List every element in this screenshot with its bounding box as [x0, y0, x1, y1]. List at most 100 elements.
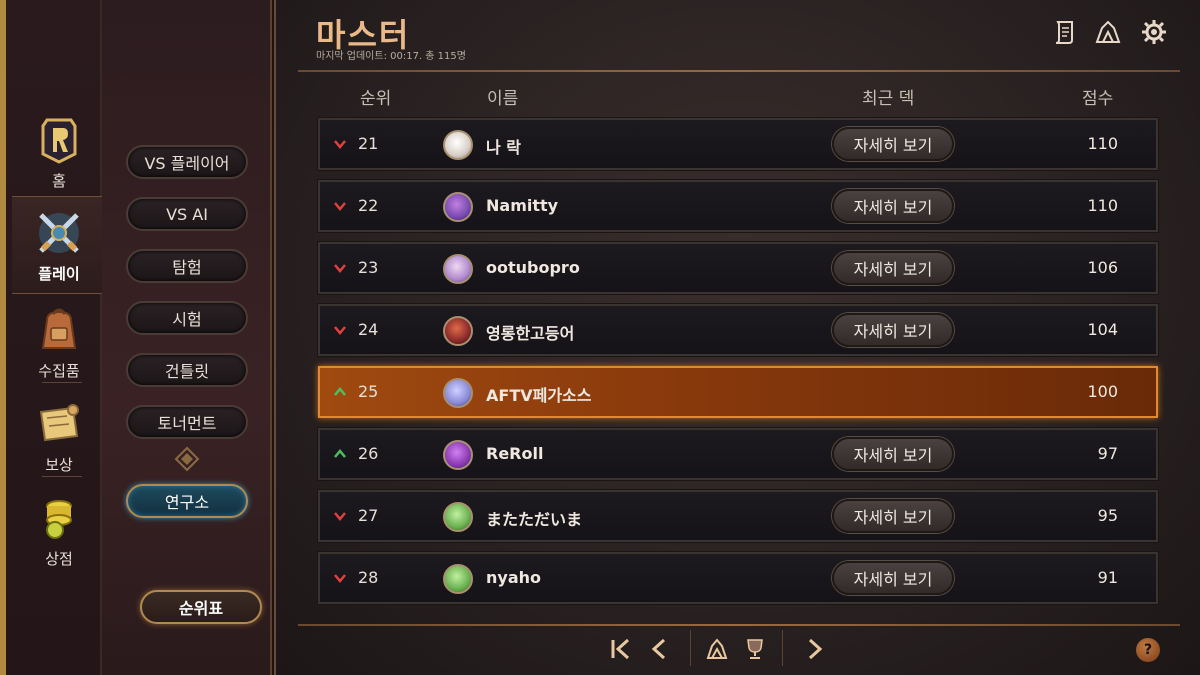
view-deck-button[interactable]: 자세히 보기 — [832, 127, 954, 161]
last-updated-text: 마지막 업데이트: 00:17. 총 115명 — [316, 51, 466, 62]
table-row[interactable]: 26 ReRoll 자세히 보기 97 — [318, 428, 1158, 480]
view-deck-button[interactable]: 자세히 보기 — [832, 251, 954, 285]
player-score: 104 — [1087, 320, 1118, 339]
rank-number: 26 — [358, 444, 379, 463]
mode-lab-button[interactable]: 연구소 — [126, 484, 248, 518]
pagination-separator — [782, 630, 783, 666]
player-name: ootubopro — [486, 258, 580, 277]
help-button[interactable]: ? — [1136, 638, 1160, 662]
nav-store-label: 상점 — [45, 549, 73, 568]
player-score: 110 — [1087, 134, 1118, 153]
play-mode-column: VS 플레이어 VS AI 탐험 시험 건틀릿 토너먼트 연구소 순위표 — [102, 0, 272, 675]
trend-up-icon — [334, 449, 346, 458]
nav-store[interactable]: 상점 — [12, 482, 106, 578]
player-avatar — [443, 192, 473, 222]
player-score: 106 — [1087, 258, 1118, 277]
table-row[interactable]: 21 나 락 자세히 보기 110 — [318, 118, 1158, 170]
mode-vs-player-button[interactable]: VS 플레이어 — [126, 145, 248, 179]
player-avatar — [443, 378, 473, 408]
ranked-emblem-icon[interactable] — [1094, 18, 1122, 46]
player-name: Namitty — [486, 196, 559, 215]
column-header-name: 이름 — [487, 89, 519, 109]
leaderboard-button[interactable]: 순위표 — [140, 590, 262, 624]
first-page-icon[interactable] — [608, 636, 634, 662]
backpack-icon — [41, 308, 77, 349]
rank-number: 25 — [358, 382, 379, 401]
nav-play[interactable]: 플레이 — [12, 196, 106, 294]
previous-page-icon[interactable] — [646, 636, 672, 662]
table-row[interactable]: 27 またただいま 자세히 보기 95 — [318, 490, 1158, 542]
nav-divider — [42, 476, 82, 477]
nav-rewards[interactable]: 보상 — [12, 388, 106, 484]
mode-tournament-button[interactable]: 토너먼트 — [126, 405, 248, 439]
divider-emblem-icon — [174, 446, 200, 472]
player-avatar — [443, 254, 473, 284]
mode-gauntlet-button[interactable]: 건틀릿 — [126, 353, 248, 387]
player-score: 110 — [1087, 196, 1118, 215]
nav-collection-label: 수집품 — [38, 361, 80, 380]
scroll-map-icon — [39, 403, 79, 441]
player-score: 97 — [1097, 444, 1118, 463]
player-score: 100 — [1087, 382, 1118, 401]
view-deck-button[interactable]: 자세히 보기 — [832, 313, 954, 347]
table-row[interactable]: 22 Namitty 자세히 보기 110 — [318, 180, 1158, 232]
trend-down-icon — [334, 202, 346, 211]
header-divider — [298, 70, 1180, 72]
leaderboard-panel: 마스터 마지막 업데이트: 00:17. 총 115명 순위 이름 최근 덱 점… — [274, 0, 1200, 675]
trend-down-icon — [334, 140, 346, 149]
nav-collection[interactable]: 수집품 — [12, 294, 106, 390]
document-icon[interactable] — [1050, 18, 1078, 46]
trend-down-icon — [334, 574, 346, 583]
footer-divider — [298, 624, 1180, 626]
player-avatar — [443, 564, 473, 594]
view-deck-button[interactable]: 자세히 보기 — [832, 499, 954, 533]
rank-number: 27 — [358, 506, 379, 525]
pagination-separator — [690, 630, 691, 666]
view-deck-button[interactable]: 자세히 보기 — [832, 561, 954, 595]
crossed-swords-icon — [39, 212, 79, 253]
nav-rewards-label: 보상 — [45, 455, 73, 474]
next-page-icon[interactable] — [802, 636, 828, 662]
trend-up-icon — [334, 387, 346, 396]
rank-number: 22 — [358, 196, 379, 215]
bag-rank-icon[interactable] — [704, 636, 730, 662]
view-deck-button[interactable]: 자세히 보기 — [832, 189, 954, 223]
trend-down-icon — [334, 264, 346, 273]
column-header-deck: 최근 덱 — [862, 89, 915, 109]
player-avatar — [443, 130, 473, 160]
player-name: ReRoll — [486, 444, 544, 463]
rank-number: 24 — [358, 320, 379, 339]
rank-number: 23 — [358, 258, 379, 277]
player-score: 95 — [1097, 506, 1118, 525]
nav-divider — [42, 382, 82, 383]
coins-icon — [46, 499, 72, 539]
player-avatar — [443, 440, 473, 470]
player-name: 영롱한고등어 — [486, 324, 575, 343]
mode-expedition-button[interactable]: 탐험 — [126, 249, 248, 283]
mode-vs-ai-button[interactable]: VS AI — [126, 197, 248, 231]
player-name: AFTV페가소스 — [486, 386, 592, 405]
trend-down-icon — [334, 326, 346, 335]
legends-logo-icon — [41, 118, 77, 164]
table-row[interactable]: 28 nyaho 자세히 보기 91 — [318, 552, 1158, 604]
table-row-current-player[interactable]: 25 AFTV페가소스 100 — [318, 366, 1158, 418]
nav-home-label: 홈 — [52, 171, 66, 190]
column-header-rank: 순위 — [360, 89, 392, 109]
player-avatar — [443, 316, 473, 346]
gear-icon[interactable] — [1140, 18, 1168, 46]
rank-number: 21 — [358, 134, 379, 153]
nav-home[interactable]: 홈 — [12, 104, 106, 200]
player-name: nyaho — [486, 568, 541, 587]
nav-play-label: 플레이 — [38, 264, 80, 283]
rank-number: 28 — [358, 568, 379, 587]
table-row[interactable]: 24 영롱한고등어 자세히 보기 104 — [318, 304, 1158, 356]
player-name: またただいま — [486, 510, 583, 529]
column-header-score: 점수 — [1082, 89, 1114, 109]
table-row[interactable]: 23 ootubopro 자세히 보기 106 — [318, 242, 1158, 294]
player-name: 나 락 — [486, 138, 522, 157]
player-score: 91 — [1097, 568, 1118, 587]
trophy-icon[interactable] — [742, 636, 768, 662]
mode-trial-button[interactable]: 시험 — [126, 301, 248, 335]
view-deck-button[interactable]: 자세히 보기 — [832, 437, 954, 471]
trend-down-icon — [334, 512, 346, 521]
